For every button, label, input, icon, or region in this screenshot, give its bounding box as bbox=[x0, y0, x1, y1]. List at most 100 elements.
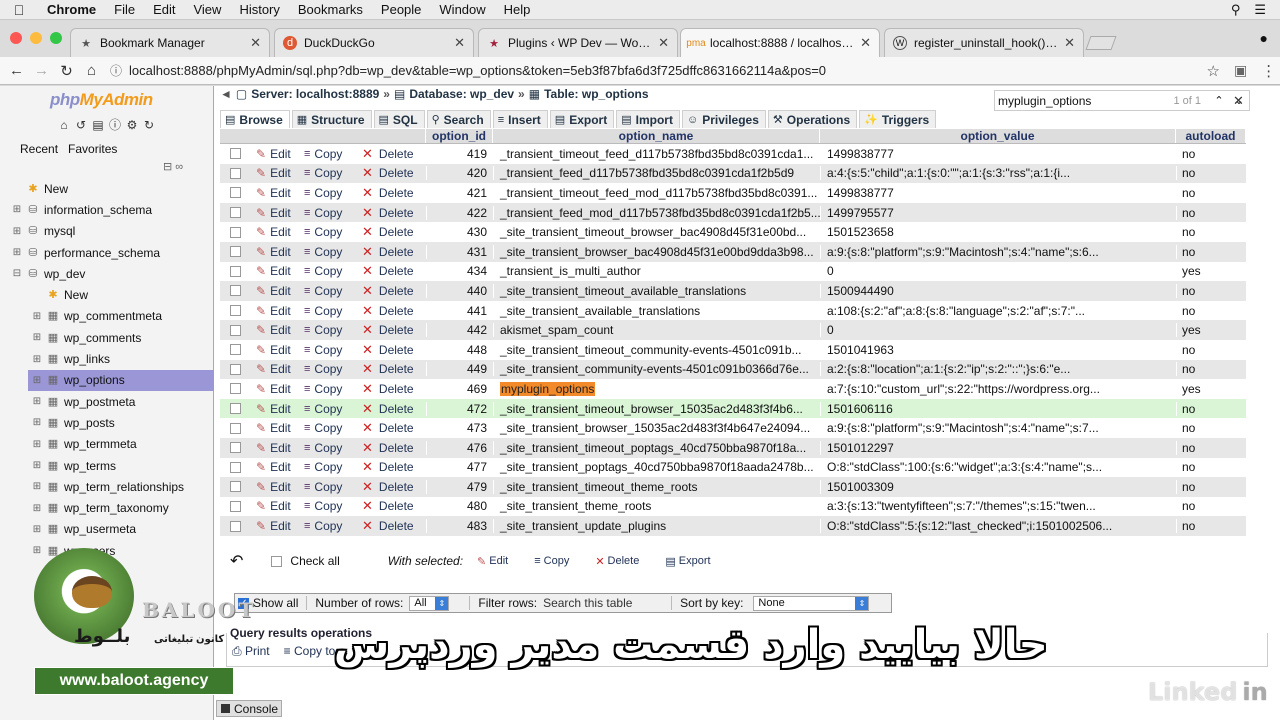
row-delete-link[interactable]: ✕ Delete bbox=[358, 342, 426, 358]
apple-icon[interactable]:  bbox=[0, 2, 38, 18]
expand-icon[interactable]: ⊞ bbox=[12, 204, 22, 215]
expand-icon[interactable]: ⊞ bbox=[32, 524, 42, 535]
table-row[interactable]: ✎ Edit ≡ Copy ✕ Delete 472 _site_transient_time… bbox=[220, 398, 1246, 419]
row-delete-link[interactable]: ✕ Delete bbox=[358, 322, 426, 338]
info-icon[interactable]: ⓘ bbox=[110, 62, 122, 79]
tab-insert[interactable]: ≡ Insert bbox=[492, 110, 548, 128]
cell-option-id[interactable]: 477 bbox=[426, 460, 493, 475]
row-checkbox[interactable] bbox=[229, 403, 241, 415]
row-copy-link[interactable]: ≡ Copy bbox=[302, 480, 358, 494]
menu-window[interactable]: Window bbox=[430, 2, 494, 17]
expand-icon[interactable]: ⊞ bbox=[32, 354, 42, 365]
cell-option-value[interactable]: 0 bbox=[820, 323, 1176, 338]
home-icon[interactable]: ⌂ bbox=[79, 62, 104, 79]
row-copy-link[interactable]: ≡ Copy bbox=[302, 460, 358, 474]
check-all-label[interactable]: Check all bbox=[290, 554, 339, 568]
cell-option-name[interactable]: _site_transient_timeout_available_transl… bbox=[493, 283, 820, 298]
tree-item-wp-term-relationships[interactable]: ⊞ ▦ wp_term_relationships bbox=[12, 476, 214, 497]
cell-option-name[interactable]: _site_transient_theme_roots bbox=[493, 499, 820, 514]
row-delete-link[interactable]: ✕ Delete bbox=[358, 244, 426, 260]
settings-icon[interactable]: ⚙ bbox=[125, 118, 139, 132]
cell-option-id[interactable]: 479 bbox=[426, 479, 493, 494]
cell-autoload[interactable]: no bbox=[1176, 479, 1246, 494]
menu-bookmarks[interactable]: Bookmarks bbox=[289, 2, 372, 17]
row-checkbox[interactable] bbox=[229, 344, 241, 356]
row-checkbox[interactable] bbox=[229, 265, 241, 277]
bulk-export-button[interactable]: ▤ Export bbox=[665, 555, 710, 568]
filter-rows-input[interactable]: Search this table bbox=[543, 596, 653, 610]
cell-option-id[interactable]: 434 bbox=[426, 264, 493, 279]
cell-option-id[interactable]: 441 bbox=[426, 303, 493, 318]
back-icon[interactable]: ← bbox=[4, 62, 29, 79]
tree-item-wp-termmeta[interactable]: ⊞ ▦ wp_termmeta bbox=[12, 434, 214, 455]
row-checkbox[interactable] bbox=[229, 324, 241, 336]
cell-option-value[interactable]: 1499795577 bbox=[820, 205, 1176, 220]
row-checkbox[interactable] bbox=[229, 305, 241, 317]
cell-option-name[interactable]: _site_transient_timeout_browser_15035ac2… bbox=[493, 401, 820, 416]
cell-option-id[interactable]: 420 bbox=[426, 166, 493, 181]
row-checkbox[interactable] bbox=[229, 226, 241, 238]
row-edit-link[interactable]: ✎ Edit bbox=[250, 304, 302, 318]
cell-option-name[interactable]: _site_transient_poptags_40cd750bba9870f1… bbox=[493, 460, 820, 475]
find-close-icon[interactable]: ✕ bbox=[1233, 93, 1244, 109]
cell-option-name[interactable]: akismet_spam_count bbox=[493, 323, 820, 338]
row-copy-link[interactable]: ≡ Copy bbox=[302, 382, 358, 396]
row-copy-link[interactable]: ≡ Copy bbox=[302, 499, 358, 513]
cell-option-name[interactable]: _site_transient_community-events-4501c09… bbox=[493, 362, 820, 377]
row-copy-link[interactable]: ≡ Copy bbox=[302, 362, 358, 376]
menu-edit[interactable]: Edit bbox=[144, 2, 184, 17]
phpmyadmin-logo[interactable]: phpMyAdmin bbox=[50, 90, 153, 110]
forward-icon[interactable]: → bbox=[29, 62, 54, 79]
row-copy-link[interactable]: ≡ Copy bbox=[302, 323, 358, 337]
row-edit-link[interactable]: ✎ Edit bbox=[250, 343, 302, 357]
cell-option-id[interactable]: 473 bbox=[426, 421, 493, 436]
row-checkbox[interactable] bbox=[229, 520, 241, 532]
bulk-copy-button[interactable]: ≡ Copy bbox=[534, 555, 569, 567]
expand-icon[interactable]: ⊞ bbox=[32, 460, 42, 471]
row-checkbox[interactable] bbox=[229, 207, 241, 219]
cell-option-name[interactable]: _site_transient_browser_15035ac2d483f3f4… bbox=[493, 421, 820, 436]
menu-help[interactable]: Help bbox=[495, 2, 540, 17]
expand-icon[interactable]: ⊞ bbox=[32, 332, 42, 343]
reload-icon[interactable]: ↻ bbox=[54, 62, 79, 80]
row-edit-link[interactable]: ✎ Edit bbox=[250, 225, 302, 239]
row-edit-link[interactable]: ✎ Edit bbox=[250, 421, 302, 435]
sort-by-key-select[interactable]: None ⇕ bbox=[753, 595, 870, 611]
expand-icon[interactable]: ⊞ bbox=[32, 481, 42, 492]
row-delete-link[interactable]: ✕ Delete bbox=[358, 440, 426, 456]
cell-option-value[interactable]: a:9:{s:8:"platform";s:9:"Macintosh";s:4:… bbox=[820, 421, 1176, 436]
cell-option-value[interactable]: a:3:{s:13:"twentyfifteen";s:7:"/themes";… bbox=[820, 499, 1176, 514]
cell-option-value[interactable]: a:7:{s:10:"custom_url";s:22:"https://wor… bbox=[820, 381, 1176, 396]
tab-import[interactable]: ▤ Import bbox=[616, 110, 680, 128]
cell-option-name[interactable]: _site_transient_timeout_browser_bac4908d… bbox=[493, 225, 820, 240]
row-checkbox[interactable] bbox=[229, 422, 241, 434]
menu-file[interactable]: File bbox=[105, 2, 144, 17]
table-row[interactable]: ✎ Edit ≡ Copy ✕ Delete 441 _site_transient_avai… bbox=[220, 300, 1246, 321]
cell-option-id[interactable]: 442 bbox=[426, 323, 493, 338]
row-copy-link[interactable]: ≡ Copy bbox=[302, 284, 358, 298]
favorites-link[interactable]: Favorites bbox=[68, 142, 117, 156]
home-icon[interactable]: ⌂ bbox=[57, 118, 71, 132]
col-option-name[interactable]: option_name bbox=[493, 129, 820, 143]
row-copy-link[interactable]: ≡ Copy bbox=[302, 225, 358, 239]
tree-item-performance-schema[interactable]: ⊞ ⛁ performance_schema bbox=[12, 242, 214, 263]
cell-autoload[interactable]: yes bbox=[1176, 381, 1246, 396]
number-of-rows-select[interactable]: All ⇕ bbox=[409, 595, 450, 611]
spotlight-search-icon[interactable]: ⚲ bbox=[1231, 2, 1241, 18]
row-edit-link[interactable]: ✎ Edit bbox=[250, 166, 302, 180]
table-row[interactable]: ✎ Edit ≡ Copy ✕ Delete 430 _site_transient_time… bbox=[220, 222, 1246, 242]
cell-autoload[interactable]: no bbox=[1176, 146, 1246, 161]
row-edit-link[interactable]: ✎ Edit bbox=[250, 382, 302, 396]
table-row[interactable]: ✎ Edit ≡ Copy ✕ Delete 419 _transient_timeout_f… bbox=[220, 144, 1246, 164]
cell-option-name[interactable]: _transient_timeout_feed_d117b5738fbd35bd… bbox=[493, 146, 820, 161]
cell-option-name[interactable]: _site_transient_update_plugins bbox=[493, 519, 820, 534]
row-copy-link[interactable]: ≡ Copy bbox=[302, 304, 358, 318]
cell-option-id[interactable]: 472 bbox=[426, 401, 493, 416]
print-link[interactable]: ⎙ Print bbox=[232, 644, 270, 659]
row-copy-link[interactable]: ≡ Copy bbox=[302, 343, 358, 357]
logout-icon[interactable]: ↺ bbox=[74, 118, 88, 132]
docs-icon[interactable]: ⓘ bbox=[108, 118, 122, 132]
row-edit-link[interactable]: ✎ Edit bbox=[250, 186, 302, 200]
expand-icon[interactable]: ⊞ bbox=[32, 503, 42, 514]
menu-app[interactable]: Chrome bbox=[38, 2, 105, 17]
